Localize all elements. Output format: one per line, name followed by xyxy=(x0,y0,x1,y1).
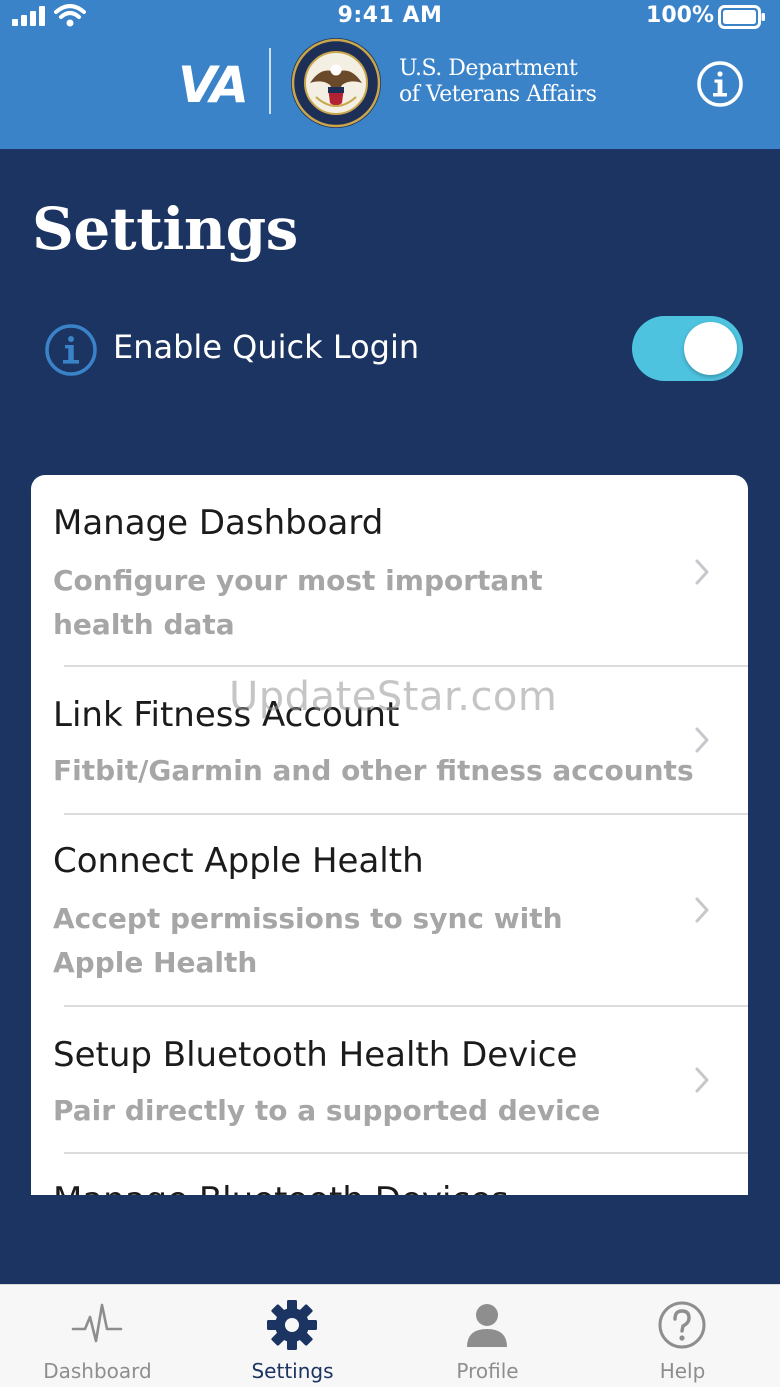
toggle-knob xyxy=(684,322,737,375)
quick-login-label: Enable Quick Login xyxy=(113,328,420,366)
header-divider xyxy=(269,48,271,114)
tab-label: Dashboard xyxy=(43,1359,152,1383)
app-header: VA U.S. Department of Veterans Affairs xyxy=(0,34,780,149)
question-circle-icon xyxy=(656,1299,708,1355)
settings-menu: Manage Dashboard Configure your most imp… xyxy=(31,475,748,1195)
menu-item-connect-apple-health[interactable]: Connect Apple Health Accept permissions … xyxy=(31,815,748,1005)
page-title: Settings xyxy=(32,195,298,263)
battery-icon xyxy=(718,5,766,33)
battery-percent: 100% xyxy=(646,3,714,28)
chevron-right-icon xyxy=(695,897,709,927)
tab-profile[interactable]: Profile xyxy=(390,1285,585,1387)
pulse-icon xyxy=(71,1299,123,1355)
tab-help[interactable]: Help xyxy=(585,1285,780,1387)
department-line-1: U.S. Department xyxy=(399,56,578,81)
tab-dashboard[interactable]: Dashboard xyxy=(0,1285,195,1387)
quick-login-info-icon[interactable] xyxy=(44,323,98,381)
menu-item-desc: Fitbit/Garmin and other fitness accounts xyxy=(53,754,694,787)
va-seal-icon xyxy=(290,37,382,133)
menu-item-manage-dashboard[interactable]: Manage Dashboard Configure your most imp… xyxy=(31,475,748,665)
tab-label: Settings xyxy=(251,1359,334,1383)
tab-label: Help xyxy=(659,1359,706,1383)
menu-item-desc: Accept permissions to sync with xyxy=(53,902,563,935)
menu-item-title: Setup Bluetooth Health Device xyxy=(53,1035,578,1075)
department-line-2: of Veterans Affairs xyxy=(399,82,597,107)
menu-item-manage-bluetooth[interactable]: Manage Bluetooth Devices xyxy=(31,1154,748,1195)
menu-item-desc: health data xyxy=(53,608,235,641)
quick-login-toggle[interactable] xyxy=(632,316,743,381)
menu-item-desc: Apple Health xyxy=(53,946,258,979)
tab-settings[interactable]: Settings xyxy=(195,1285,390,1387)
menu-item-title: Manage Dashboard xyxy=(53,503,384,543)
va-logo: VA xyxy=(178,56,249,114)
chevron-right-icon xyxy=(695,559,709,589)
chevron-right-icon xyxy=(695,1067,709,1097)
menu-item-title: Manage Bluetooth Devices xyxy=(53,1180,509,1195)
menu-item-desc: Configure your most important xyxy=(53,564,543,597)
menu-item-desc: Pair directly to a supported device xyxy=(53,1094,601,1127)
menu-item-setup-bluetooth[interactable]: Setup Bluetooth Health Device Pair direc… xyxy=(31,1007,748,1153)
chevron-right-icon xyxy=(695,727,709,757)
gear-icon xyxy=(266,1299,318,1355)
info-icon[interactable] xyxy=(696,60,744,112)
person-icon xyxy=(461,1299,513,1355)
tab-bar: Dashboard Settings Profile Help xyxy=(0,1284,780,1387)
status-bar: 9:41 AM 100% xyxy=(0,0,780,34)
tab-label: Profile xyxy=(456,1359,519,1383)
watermark: UpdateStar.com xyxy=(229,674,558,720)
department-name: U.S. Department of Veterans Affairs xyxy=(399,56,597,108)
menu-item-title: Connect Apple Health xyxy=(53,841,424,881)
